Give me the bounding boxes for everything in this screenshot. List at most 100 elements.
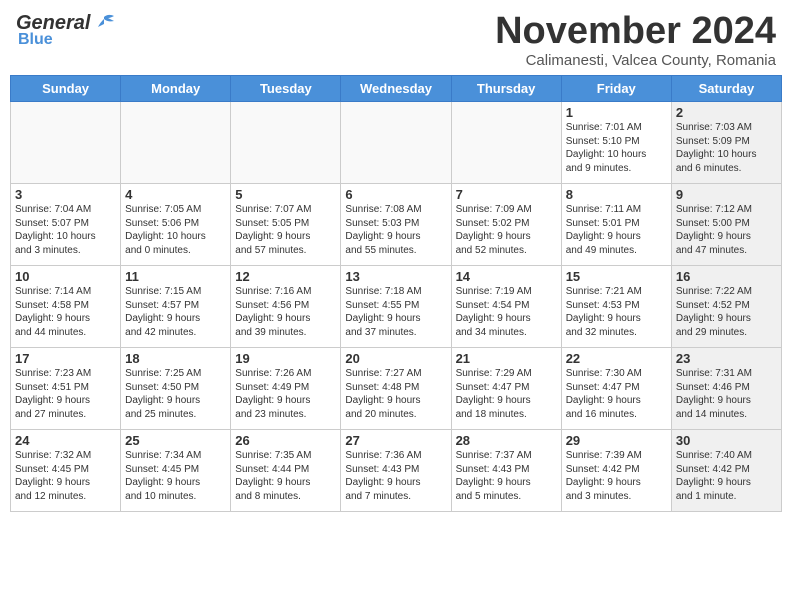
day-number: 1 bbox=[566, 105, 667, 120]
day-number: 20 bbox=[345, 351, 446, 366]
day-cell-23: 23Sunrise: 7:31 AM Sunset: 4:46 PM Dayli… bbox=[671, 348, 781, 430]
day-number: 11 bbox=[125, 269, 226, 284]
day-cell-9: 9Sunrise: 7:12 AM Sunset: 5:00 PM Daylig… bbox=[671, 184, 781, 266]
day-cell-26: 26Sunrise: 7:35 AM Sunset: 4:44 PM Dayli… bbox=[231, 430, 341, 512]
day-cell-18: 18Sunrise: 7:25 AM Sunset: 4:50 PM Dayli… bbox=[121, 348, 231, 430]
day-info: Sunrise: 7:04 AM Sunset: 5:07 PM Dayligh… bbox=[15, 203, 116, 257]
day-info: Sunrise: 7:03 AM Sunset: 5:09 PM Dayligh… bbox=[676, 121, 777, 175]
day-header-monday: Monday bbox=[121, 76, 231, 102]
day-cell-2: 2Sunrise: 7:03 AM Sunset: 5:09 PM Daylig… bbox=[671, 102, 781, 184]
day-number: 9 bbox=[676, 187, 777, 202]
day-cell-30: 30Sunrise: 7:40 AM Sunset: 4:42 PM Dayli… bbox=[671, 430, 781, 512]
day-number: 24 bbox=[15, 433, 116, 448]
day-info: Sunrise: 7:31 AM Sunset: 4:46 PM Dayligh… bbox=[676, 367, 777, 421]
day-info: Sunrise: 7:18 AM Sunset: 4:55 PM Dayligh… bbox=[345, 285, 446, 339]
empty-cell bbox=[451, 102, 561, 184]
day-number: 23 bbox=[676, 351, 777, 366]
day-info: Sunrise: 7:07 AM Sunset: 5:05 PM Dayligh… bbox=[235, 203, 336, 257]
day-info: Sunrise: 7:01 AM Sunset: 5:10 PM Dayligh… bbox=[566, 121, 667, 175]
title-section: November 2024 Calimanesti, Valcea County… bbox=[495, 12, 776, 69]
day-number: 25 bbox=[125, 433, 226, 448]
day-info: Sunrise: 7:27 AM Sunset: 4:48 PM Dayligh… bbox=[345, 367, 446, 421]
day-info: Sunrise: 7:36 AM Sunset: 4:43 PM Dayligh… bbox=[345, 449, 446, 503]
day-number: 27 bbox=[345, 433, 446, 448]
day-number: 15 bbox=[566, 269, 667, 284]
bird-icon bbox=[90, 13, 118, 35]
day-info: Sunrise: 7:09 AM Sunset: 5:02 PM Dayligh… bbox=[456, 203, 557, 257]
day-cell-3: 3Sunrise: 7:04 AM Sunset: 5:07 PM Daylig… bbox=[11, 184, 121, 266]
day-cell-27: 27Sunrise: 7:36 AM Sunset: 4:43 PM Dayli… bbox=[341, 430, 451, 512]
day-info: Sunrise: 7:32 AM Sunset: 4:45 PM Dayligh… bbox=[15, 449, 116, 503]
day-header-wednesday: Wednesday bbox=[341, 76, 451, 102]
day-number: 4 bbox=[125, 187, 226, 202]
day-header-saturday: Saturday bbox=[671, 76, 781, 102]
day-info: Sunrise: 7:19 AM Sunset: 4:54 PM Dayligh… bbox=[456, 285, 557, 339]
day-info: Sunrise: 7:39 AM Sunset: 4:42 PM Dayligh… bbox=[566, 449, 667, 503]
day-number: 28 bbox=[456, 433, 557, 448]
day-number: 12 bbox=[235, 269, 336, 284]
day-info: Sunrise: 7:12 AM Sunset: 5:00 PM Dayligh… bbox=[676, 203, 777, 257]
day-number: 30 bbox=[676, 433, 777, 448]
day-info: Sunrise: 7:23 AM Sunset: 4:51 PM Dayligh… bbox=[15, 367, 116, 421]
day-info: Sunrise: 7:05 AM Sunset: 5:06 PM Dayligh… bbox=[125, 203, 226, 257]
day-number: 13 bbox=[345, 269, 446, 284]
day-cell-20: 20Sunrise: 7:27 AM Sunset: 4:48 PM Dayli… bbox=[341, 348, 451, 430]
day-number: 18 bbox=[125, 351, 226, 366]
day-info: Sunrise: 7:14 AM Sunset: 4:58 PM Dayligh… bbox=[15, 285, 116, 339]
day-number: 5 bbox=[235, 187, 336, 202]
day-number: 14 bbox=[456, 269, 557, 284]
day-cell-4: 4Sunrise: 7:05 AM Sunset: 5:06 PM Daylig… bbox=[121, 184, 231, 266]
day-info: Sunrise: 7:30 AM Sunset: 4:47 PM Dayligh… bbox=[566, 367, 667, 421]
day-cell-13: 13Sunrise: 7:18 AM Sunset: 4:55 PM Dayli… bbox=[341, 266, 451, 348]
day-number: 3 bbox=[15, 187, 116, 202]
day-cell-22: 22Sunrise: 7:30 AM Sunset: 4:47 PM Dayli… bbox=[561, 348, 671, 430]
day-cell-16: 16Sunrise: 7:22 AM Sunset: 4:52 PM Dayli… bbox=[671, 266, 781, 348]
day-cell-1: 1Sunrise: 7:01 AM Sunset: 5:10 PM Daylig… bbox=[561, 102, 671, 184]
day-header-tuesday: Tuesday bbox=[231, 76, 341, 102]
day-cell-21: 21Sunrise: 7:29 AM Sunset: 4:47 PM Dayli… bbox=[451, 348, 561, 430]
day-info: Sunrise: 7:37 AM Sunset: 4:43 PM Dayligh… bbox=[456, 449, 557, 503]
day-cell-15: 15Sunrise: 7:21 AM Sunset: 4:53 PM Dayli… bbox=[561, 266, 671, 348]
day-header-sunday: Sunday bbox=[11, 76, 121, 102]
day-info: Sunrise: 7:34 AM Sunset: 4:45 PM Dayligh… bbox=[125, 449, 226, 503]
day-cell-10: 10Sunrise: 7:14 AM Sunset: 4:58 PM Dayli… bbox=[11, 266, 121, 348]
day-cell-11: 11Sunrise: 7:15 AM Sunset: 4:57 PM Dayli… bbox=[121, 266, 231, 348]
day-info: Sunrise: 7:21 AM Sunset: 4:53 PM Dayligh… bbox=[566, 285, 667, 339]
day-cell-29: 29Sunrise: 7:39 AM Sunset: 4:42 PM Dayli… bbox=[561, 430, 671, 512]
empty-cell bbox=[121, 102, 231, 184]
day-info: Sunrise: 7:40 AM Sunset: 4:42 PM Dayligh… bbox=[676, 449, 777, 503]
day-info: Sunrise: 7:26 AM Sunset: 4:49 PM Dayligh… bbox=[235, 367, 336, 421]
day-cell-8: 8Sunrise: 7:11 AM Sunset: 5:01 PM Daylig… bbox=[561, 184, 671, 266]
empty-cell bbox=[341, 102, 451, 184]
day-cell-7: 7Sunrise: 7:09 AM Sunset: 5:02 PM Daylig… bbox=[451, 184, 561, 266]
day-number: 16 bbox=[676, 269, 777, 284]
day-number: 21 bbox=[456, 351, 557, 366]
day-header-friday: Friday bbox=[561, 76, 671, 102]
day-number: 6 bbox=[345, 187, 446, 202]
empty-cell bbox=[231, 102, 341, 184]
month-title: November 2024 bbox=[495, 12, 776, 50]
day-info: Sunrise: 7:35 AM Sunset: 4:44 PM Dayligh… bbox=[235, 449, 336, 503]
day-cell-24: 24Sunrise: 7:32 AM Sunset: 4:45 PM Dayli… bbox=[11, 430, 121, 512]
day-info: Sunrise: 7:29 AM Sunset: 4:47 PM Dayligh… bbox=[456, 367, 557, 421]
day-cell-25: 25Sunrise: 7:34 AM Sunset: 4:45 PM Dayli… bbox=[121, 430, 231, 512]
day-number: 10 bbox=[15, 269, 116, 284]
day-number: 7 bbox=[456, 187, 557, 202]
day-number: 8 bbox=[566, 187, 667, 202]
day-number: 2 bbox=[676, 105, 777, 120]
day-cell-14: 14Sunrise: 7:19 AM Sunset: 4:54 PM Dayli… bbox=[451, 266, 561, 348]
day-number: 26 bbox=[235, 433, 336, 448]
day-info: Sunrise: 7:16 AM Sunset: 4:56 PM Dayligh… bbox=[235, 285, 336, 339]
day-cell-5: 5Sunrise: 7:07 AM Sunset: 5:05 PM Daylig… bbox=[231, 184, 341, 266]
day-cell-28: 28Sunrise: 7:37 AM Sunset: 4:43 PM Dayli… bbox=[451, 430, 561, 512]
day-number: 19 bbox=[235, 351, 336, 366]
day-number: 17 bbox=[15, 351, 116, 366]
day-header-thursday: Thursday bbox=[451, 76, 561, 102]
day-info: Sunrise: 7:11 AM Sunset: 5:01 PM Dayligh… bbox=[566, 203, 667, 257]
logo: General Blue bbox=[16, 12, 118, 49]
day-number: 29 bbox=[566, 433, 667, 448]
day-info: Sunrise: 7:15 AM Sunset: 4:57 PM Dayligh… bbox=[125, 285, 226, 339]
day-info: Sunrise: 7:08 AM Sunset: 5:03 PM Dayligh… bbox=[345, 203, 446, 257]
empty-cell bbox=[11, 102, 121, 184]
day-cell-17: 17Sunrise: 7:23 AM Sunset: 4:51 PM Dayli… bbox=[11, 348, 121, 430]
